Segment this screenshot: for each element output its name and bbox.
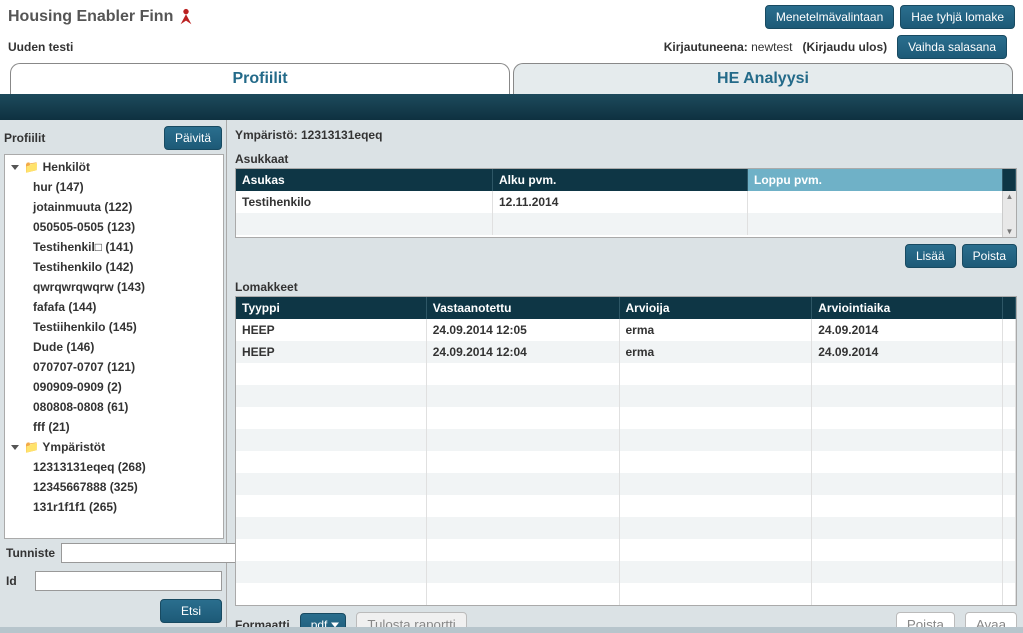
table-row: [236, 561, 1016, 583]
tunniste-input[interactable]: [61, 543, 248, 563]
cell-tyyppi: HEEP: [236, 319, 427, 341]
formaatti-label: Formaatti: [235, 618, 290, 628]
id-input[interactable]: [35, 571, 222, 591]
asukkaat-grid[interactable]: Asukas Alku pvm. Loppu pvm. Testihenkilo…: [235, 168, 1017, 238]
sidebar-item-env[interactable]: 131r1f1f1 (265): [5, 497, 223, 517]
tab-underbar: [0, 94, 1023, 120]
col-asukas[interactable]: Asukas: [236, 169, 493, 191]
col-alku-pvm[interactable]: Alku pvm.: [493, 169, 748, 191]
sidebar-item-person[interactable]: jotainmuuta (122): [5, 197, 223, 217]
method-selection-button[interactable]: Menetelmävalintaan: [765, 5, 894, 29]
folder-icon: 📁: [24, 440, 39, 454]
scroll-up-icon[interactable]: ▲: [1003, 191, 1016, 202]
id-label: Id: [6, 574, 29, 588]
col-arvioija[interactable]: Arvioija: [620, 297, 813, 319]
app-header: Housing Enabler Finn Menetelmävalintaan …: [0, 0, 1023, 94]
cell-arvioija: erma: [620, 319, 813, 341]
tab-he-analyysi[interactable]: HE Analyysi: [513, 63, 1013, 94]
table-row: [236, 451, 1016, 473]
login-info: Kirjautuneena: newtest (Kirjaudu ulos) V…: [664, 35, 1007, 59]
table-row: [236, 583, 1016, 605]
col-arviointiaika[interactable]: Arviointiaika: [812, 297, 1003, 319]
lomakkeet-grid[interactable]: Tyyppi Vastaanotettu Arvioija Arviointia…: [235, 296, 1017, 606]
cell-loppu: [748, 191, 1003, 213]
table-row: [236, 407, 1016, 429]
sidebar-item-person[interactable]: 070707-0707 (121): [5, 357, 223, 377]
profile-tree[interactable]: 📁 Henkilöt hur (147)jotainmuuta (122)050…: [4, 154, 224, 539]
open-form-button[interactable]: Avaa: [965, 612, 1017, 627]
col-blank: [1003, 169, 1016, 191]
sidebar-item-person[interactable]: 080808-0808 (61): [5, 397, 223, 417]
page-subtitle: Uuden testi: [8, 40, 73, 54]
lomakkeet-label: Lomakkeet: [235, 276, 1017, 296]
add-button[interactable]: Lisää: [905, 244, 956, 268]
cell-aika: 24.09.2014: [812, 341, 1003, 363]
asukkaat-label: Asukkaat: [235, 148, 1017, 168]
table-row: [236, 473, 1016, 495]
app-title: Housing Enabler Finn: [8, 8, 195, 26]
table-row: [236, 363, 1016, 385]
table-row[interactable]: HEEP24.09.2014 12:04erma24.09.2014: [236, 341, 1016, 363]
col-loppu-pvm[interactable]: Loppu pvm.: [748, 169, 1003, 191]
sidebar-title: Profiilit: [4, 131, 45, 145]
sidebar-item-person[interactable]: 090909-0909 (2): [5, 377, 223, 397]
cell-arvioija: erma: [620, 341, 813, 363]
remove-button[interactable]: Poista: [962, 244, 1017, 268]
delete-form-button[interactable]: Poista: [896, 612, 955, 627]
col-blank: [1003, 297, 1016, 319]
table-row: [236, 213, 1016, 235]
table-row: [236, 495, 1016, 517]
table-row[interactable]: HEEP24.09.2014 12:05erma24.09.2014: [236, 319, 1016, 341]
sidebar: Profiilit Päivitä 📁 Henkilöt hur (147)jo…: [0, 120, 227, 627]
sidebar-item-person[interactable]: Testiihenkilo (145): [5, 317, 223, 337]
format-select[interactable]: pdf: [300, 613, 347, 628]
table-row: [236, 517, 1016, 539]
main-panel: Ympäristö: 12313131eqeq Asukkaat Asukas …: [227, 120, 1023, 627]
cell-alku: 12.11.2014: [493, 191, 748, 213]
cell-asukas: Testihenkilo: [236, 191, 493, 213]
logout-link[interactable]: (Kirjaudu ulos): [802, 40, 887, 54]
sidebar-item-env[interactable]: 12345667888 (325): [5, 477, 223, 497]
sidebar-item-person[interactable]: fafafa (144): [5, 297, 223, 317]
cell-vastaanotettu: 24.09.2014 12:04: [427, 341, 620, 363]
col-tyyppi[interactable]: Tyyppi: [236, 297, 427, 319]
sidebar-item-person[interactable]: Testihenkil□ (141): [5, 237, 223, 257]
table-row: [236, 385, 1016, 407]
environment-title: Ympäristö: 12313131eqeq: [235, 126, 1017, 148]
blank-form-button[interactable]: Hae tyhjä lomake: [900, 5, 1015, 29]
search-button[interactable]: Etsi: [160, 599, 222, 623]
folder-envs[interactable]: 📁 Ympäristöt: [5, 437, 223, 457]
sidebar-item-person[interactable]: Testihenkilo (142): [5, 257, 223, 277]
table-row: [236, 429, 1016, 451]
print-report-button[interactable]: Tulosta raportti: [356, 612, 466, 627]
sidebar-item-person[interactable]: hur (147): [5, 177, 223, 197]
tab-profiilit[interactable]: Profiilit: [10, 63, 510, 94]
scroll-down-icon[interactable]: ▼: [1003, 226, 1016, 237]
tunniste-label: Tunniste: [6, 546, 55, 560]
sidebar-item-person[interactable]: qwrqwrqwqrw (143): [5, 277, 223, 297]
sidebar-item-env[interactable]: 12313131eqeq (268): [5, 457, 223, 477]
change-password-button[interactable]: Vaihda salasana: [897, 35, 1007, 59]
cell-aika: 24.09.2014: [812, 319, 1003, 341]
chevron-down-icon: [11, 445, 19, 450]
table-row[interactable]: Testihenkilo12.11.2014: [236, 191, 1016, 213]
sidebar-item-person[interactable]: 050505-0505 (123): [5, 217, 223, 237]
refresh-button[interactable]: Päivitä: [164, 126, 222, 150]
col-vastaanotettu[interactable]: Vastaanotettu: [427, 297, 620, 319]
chevron-down-icon: [11, 165, 19, 170]
table-row: [236, 539, 1016, 561]
cell-tyyppi: HEEP: [236, 341, 427, 363]
cell-vastaanotettu: 24.09.2014 12:05: [427, 319, 620, 341]
folder-icon: 📁: [24, 160, 39, 174]
sidebar-item-person[interactable]: fff (21): [5, 417, 223, 437]
logo-icon: [177, 8, 195, 26]
folder-people[interactable]: 📁 Henkilöt: [5, 157, 223, 177]
sidebar-item-person[interactable]: Dude (146): [5, 337, 223, 357]
